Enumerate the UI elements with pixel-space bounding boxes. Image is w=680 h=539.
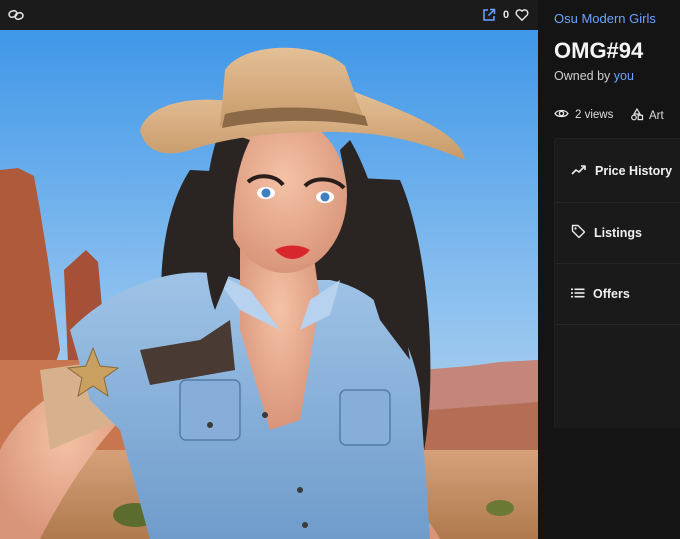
nft-title: OMG#94 [554, 38, 644, 63]
details-panel: Osu Modern Girls OMG#94 Owned by you 2 v… [538, 0, 680, 539]
image-toolbar: 0 [0, 0, 538, 30]
tag-icon [571, 224, 586, 242]
nft-artwork-image[interactable] [0, 30, 538, 539]
eye-icon [554, 108, 569, 122]
price-history-section[interactable]: Price History [555, 141, 680, 201]
listings-label: Listings [594, 226, 642, 240]
trend-line-icon [571, 164, 587, 179]
heart-icon[interactable] [515, 8, 529, 22]
collection-link[interactable]: Osu Modern Girls [554, 11, 656, 26]
external-link-icon[interactable] [482, 8, 496, 22]
views-stat: 2 views [554, 108, 613, 122]
listings-section[interactable]: Listings [555, 203, 680, 263]
offers-section[interactable]: Offers [555, 264, 680, 324]
views-count: 2 views [575, 109, 614, 121]
category-label: Art [649, 110, 664, 122]
owner-link[interactable]: you [614, 69, 634, 83]
details-sections: Price History Listings Offers [554, 138, 680, 428]
owner-line: Owned by you [554, 69, 634, 83]
list-icon [571, 287, 585, 302]
link-icon[interactable] [8, 8, 24, 22]
price-history-label: Price History [595, 164, 673, 178]
like-count: 0 [503, 9, 510, 21]
category-badge[interactable]: Art [630, 107, 664, 124]
offers-label: Offers [593, 287, 630, 301]
section-divider [555, 324, 680, 325]
owned-by-label: Owned by [554, 69, 611, 83]
shapes-icon [630, 107, 644, 124]
